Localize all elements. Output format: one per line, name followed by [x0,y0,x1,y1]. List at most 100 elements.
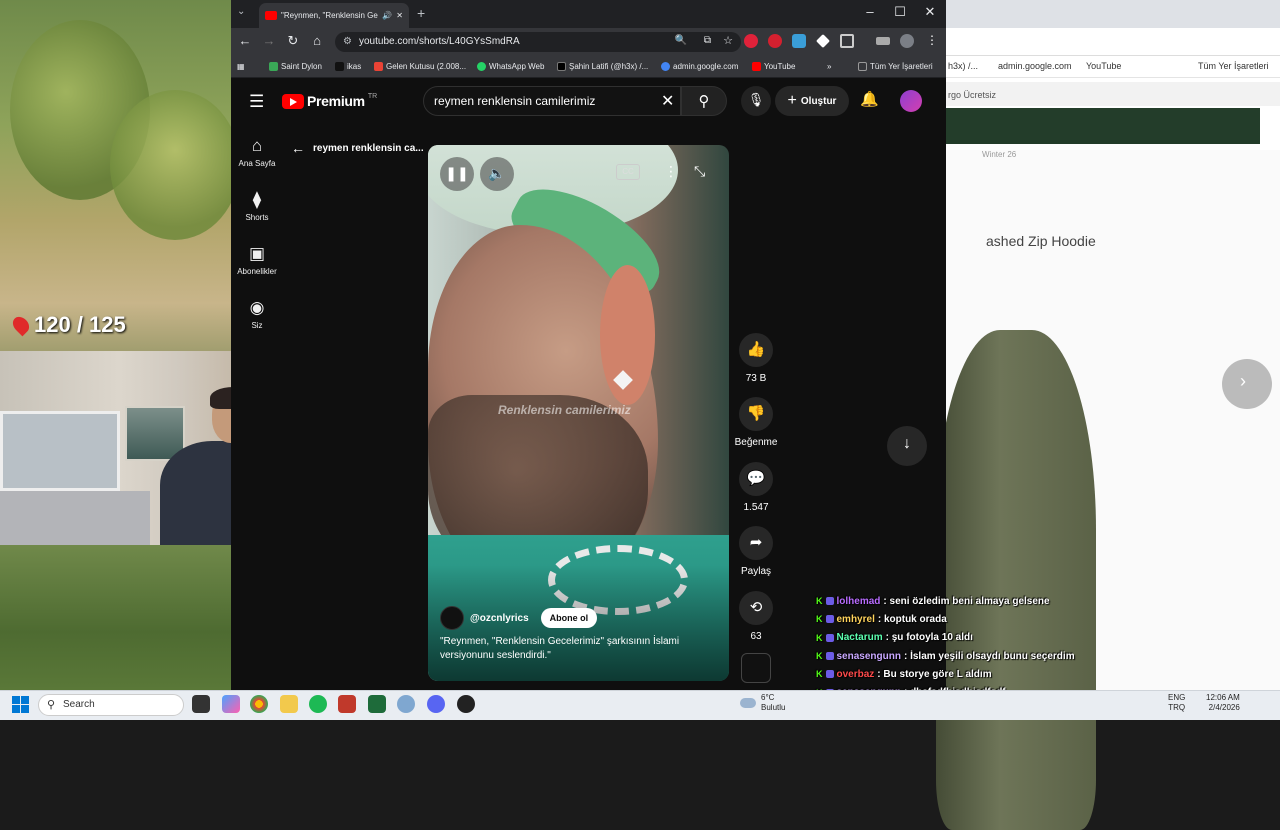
bookmark-item[interactable]: WhatsApp Web [477,62,544,71]
video-description[interactable]: "Reynmen, "Renklensin Gecelerimiz" şarkı… [440,635,710,663]
reload-icon[interactable]: ↻ [283,33,303,49]
kick-badge-icon: K [816,596,823,607]
captions-button[interactable]: CC [616,164,640,180]
file-explorer-icon[interactable] [280,695,298,713]
background-breadcrumb: Winter 26 [982,150,1017,159]
subscribe-button[interactable]: Abone ol [540,608,598,628]
spotify-icon[interactable] [309,695,327,713]
bookmark-favicon-icon [557,62,566,71]
back-icon[interactable]: ← [235,33,255,48]
audio-icon[interactable]: 🔊 [382,11,392,20]
logo-region: TR [367,93,378,100]
maximize-icon[interactable]: ☐ [888,4,912,20]
zoom-icon[interactable]: 🔍 [675,35,687,46]
shorts-icon: ⧫ [252,190,262,209]
obs-icon[interactable] [457,695,475,713]
next-video-button[interactable]: ↓ [887,426,927,466]
dislike-button[interactable]: 👎 Beğenme [731,397,781,448]
discord-icon[interactable] [427,695,445,713]
home-browser-icon[interactable]: ⌂ [307,33,327,48]
browser-menu-icon[interactable]: ⋮ [926,33,938,47]
sound-thumbnail[interactable] [741,653,771,683]
windows-start-icon[interactable] [12,696,29,713]
install-icon[interactable]: ⧉ [704,35,711,46]
bookmarks-overflow-icon[interactable]: » [827,62,831,71]
kick-badge-icon: K [816,632,823,643]
active-tab[interactable]: "Reynmen, "Renklensin Gec 🔊 ✕ [259,3,409,28]
weather-widget[interactable]: 6°C Bulutlu [740,693,785,713]
notifications-bell-icon[interactable]: 🔔 [860,90,879,108]
tab-bar: ⌄ "Reynmen, "Renklensin Gec 🔊 ✕ + – ☐ ✕ [231,0,946,28]
shorts-video-player[interactable]: Renklensin camilerimiz ❚❚ 🔈 CC ⋮ ⤡ @ozcn… [428,145,729,681]
system-clock[interactable]: 12:06 AM 2/4/2026 [1206,693,1240,713]
minimize-icon[interactable]: – [858,4,882,19]
reading-list-icon[interactable] [876,37,890,45]
profile-icon[interactable] [900,34,914,48]
bookmark-item[interactable]: Gelen Kutusu (2.008... [374,62,466,71]
nav-item-you[interactable]: ◉ Siz [231,298,283,330]
copilot-icon[interactable] [222,695,240,713]
extension-icon[interactable] [768,34,782,48]
webcam-window [0,411,120,491]
new-tab-button[interactable]: + [417,5,425,21]
microphone-icon: 🎙 [747,92,765,107]
account-avatar[interactable] [900,90,922,112]
extension-icon[interactable] [744,34,758,48]
search-button[interactable]: ⚲ [681,86,727,116]
background-bookmarks: h3x) /... admin.google.com YouTube Tüm Y… [946,56,1280,78]
apps-grid-icon[interactable]: ▦ [237,62,245,71]
youtube-premium-logo[interactable]: Premium TR [282,93,377,109]
shorts-back-title[interactable]: ← reymen renklensin ca... [291,140,424,156]
app-icon[interactable] [338,695,356,713]
comments-button[interactable]: 💬 1.547 [736,462,776,513]
bookmark-item[interactable]: ikas [335,62,361,71]
volume-button[interactable]: 🔈 [480,157,514,191]
like-button[interactable]: 👍 73 B [736,333,776,384]
close-window-icon[interactable]: ✕ [918,4,942,20]
create-button[interactable]: + Oluştur [775,86,849,116]
channel-avatar[interactable] [440,606,464,630]
chat-username[interactable]: lolhemad [837,596,881,607]
extension-icon[interactable] [792,34,806,48]
pause-button[interactable]: ❚❚ [440,157,474,191]
fullscreen-icon[interactable]: ⤡ [694,163,705,180]
tab-search-icon[interactable]: ⌄ [237,6,245,17]
background-product-title: ashed Zip Hoodie [986,233,1096,249]
bookmark-star-icon[interactable]: ☆ [723,34,733,47]
clear-search-icon[interactable]: ✕ [661,91,674,111]
task-view-icon[interactable] [192,695,210,713]
language-indicator[interactable]: ENG TRQ [1168,693,1185,713]
chat-username[interactable]: Nactarum [837,632,883,643]
channel-name[interactable]: @ozcnlyrics [470,613,529,624]
forward-icon[interactable]: → [259,33,279,48]
chat-username[interactable]: overbaz [837,669,875,680]
background-bookmark: h3x) /... [948,61,979,71]
bookmark-item[interactable]: Tüm Yer İşaretleri [858,62,933,71]
menu-hamburger-icon[interactable]: ☰ [249,92,264,112]
app-icon[interactable] [397,695,415,713]
chrome-taskbar-icon[interactable] [250,695,268,713]
chat-username[interactable]: senasengunn [837,651,901,662]
voice-search-button[interactable]: 🎙 [741,86,771,116]
bookmark-item[interactable]: Saint Dylon [269,62,322,71]
search-input[interactable]: reymen renklensin camilerimiz [423,86,681,116]
address-bar[interactable]: ⚙ youtube.com/shorts/L40GYsSmdRA 🔍 ⧉ ☆ [335,32,741,52]
site-info-icon[interactable]: ⚙ [343,36,352,47]
tab-close-icon[interactable]: ✕ [396,11,403,20]
more-options-icon[interactable]: ⋮ [664,163,678,180]
bookmark-item[interactable]: Şahin Latifi (@h3x) /... [557,62,648,71]
share-button[interactable]: ➦ Paylaş [736,526,776,577]
nav-item-subscriptions[interactable]: ▣ Abonelikler [231,244,283,276]
bookmark-item[interactable]: YouTube [752,62,795,71]
taskbar-search-input[interactable]: ⚲ Search [38,694,184,716]
excel-icon[interactable] [368,695,386,713]
remix-button[interactable]: ⟲ 63 [736,591,776,642]
taskbar-search-placeholder: Search [63,699,95,710]
back-arrow-icon[interactable]: ← [291,140,305,156]
map-pin-icon [9,313,33,337]
nav-item-shorts[interactable]: ⧫ Shorts [231,190,283,222]
nav-item-home[interactable]: ⌂ Ana Sayfa [231,136,283,168]
bookmark-item[interactable]: admin.google.com [661,62,738,71]
chat-username[interactable]: emhyrel [837,614,875,625]
extensions-puzzle-icon[interactable] [840,34,854,48]
